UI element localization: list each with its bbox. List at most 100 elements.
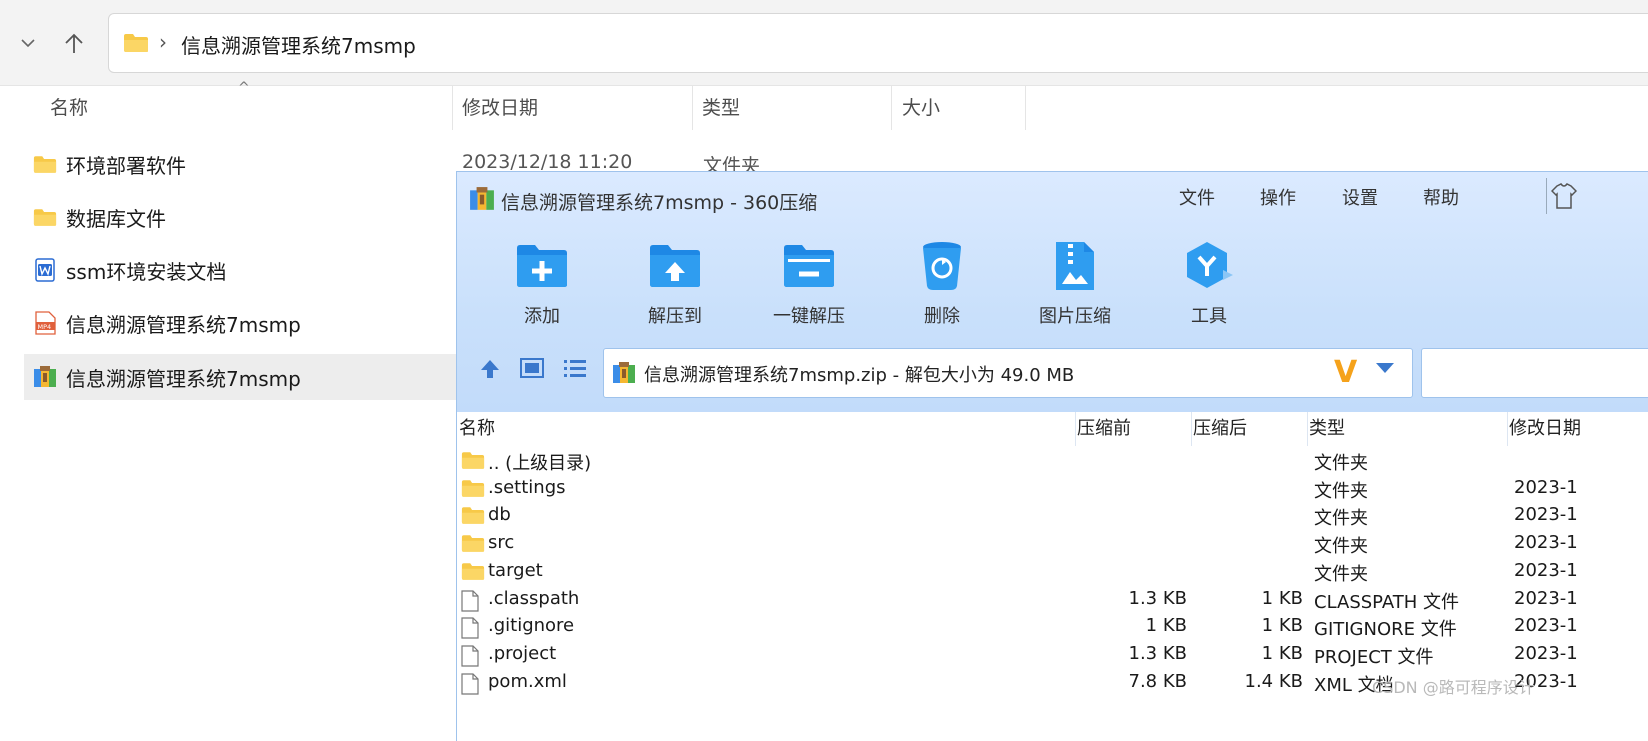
file-icon bbox=[461, 617, 479, 644]
cell-name: db bbox=[488, 504, 511, 526]
zip-archive-icon bbox=[32, 366, 58, 388]
add-label: 添加 bbox=[524, 306, 560, 327]
cell-size-after: 1 KB bbox=[1261, 642, 1303, 664]
cell-size-before: 1 KB bbox=[1145, 615, 1187, 637]
file-row[interactable]: 数据库文件 bbox=[24, 194, 456, 240]
table-row[interactable]: target 文件夹 2023-1 bbox=[457, 559, 1648, 586]
v-logo-icon[interactable]: V bbox=[1334, 355, 1357, 390]
table-row[interactable]: .. (上级目录) 文件夹 bbox=[457, 448, 1648, 475]
extract-to-icon bbox=[647, 238, 703, 294]
table-row[interactable]: db 文件夹 2023-1 bbox=[457, 503, 1648, 530]
column-header-date[interactable]: 修改日期 bbox=[1509, 414, 1581, 440]
column-header-type[interactable]: 类型 bbox=[702, 86, 740, 130]
cell-date: 2023-1 bbox=[1514, 615, 1578, 637]
watermark: CSDN @路可程序设计 bbox=[1372, 678, 1535, 697]
breadcrumb-separator: › bbox=[159, 30, 167, 54]
chevron-down-icon bbox=[21, 39, 35, 48]
table-row[interactable]: .gitignore 1 KB 1 KB GITIGNORE 文件 2023-1 bbox=[457, 614, 1648, 641]
column-header-type[interactable]: 类型 bbox=[1309, 414, 1345, 440]
column-divider[interactable] bbox=[1507, 412, 1508, 446]
cell-name: .settings bbox=[488, 476, 566, 498]
cell-size-before: 1.3 KB bbox=[1128, 642, 1188, 664]
menu-operation[interactable]: 操作 bbox=[1260, 184, 1296, 210]
history-dropdown-button[interactable] bbox=[14, 26, 42, 60]
address-bar[interactable]: › 信息溯源管理系统7msmp bbox=[108, 13, 1648, 73]
list-view-button[interactable] bbox=[563, 358, 587, 384]
up-button[interactable] bbox=[60, 26, 88, 60]
thumbnail-view-button[interactable] bbox=[520, 358, 544, 384]
one-click-extract-button[interactable]: 一键解压 bbox=[754, 238, 864, 328]
table-row[interactable]: src 文件夹 2023-1 bbox=[457, 531, 1648, 558]
arrow-up-icon bbox=[481, 360, 499, 378]
folder-icon bbox=[32, 206, 58, 228]
list-view-icon bbox=[564, 360, 586, 377]
folder-icon bbox=[461, 479, 485, 503]
cell-date: 2023-1 bbox=[1514, 476, 1578, 498]
column-header-name[interactable]: 名称 bbox=[459, 414, 495, 440]
menu-file[interactable]: 文件 bbox=[1179, 184, 1215, 210]
cell-size-after: 1 KB bbox=[1261, 615, 1303, 637]
cell-size-before: 1.3 KB bbox=[1128, 587, 1188, 609]
cell-type: PROJECT 文件 bbox=[1314, 646, 1434, 668]
cell-name: .. (上级目录) bbox=[488, 453, 592, 474]
menu-settings[interactable]: 设置 bbox=[1342, 184, 1378, 210]
folder-icon bbox=[32, 153, 58, 175]
table-row[interactable]: .classpath 1.3 KB 1 KB CLASSPATH 文件 2023-1 bbox=[457, 587, 1648, 614]
thumbnail-view-icon bbox=[520, 358, 544, 378]
table-row[interactable]: .project 1.3 KB 1 KB PROJECT 文件 2023-1 bbox=[457, 642, 1648, 669]
word-doc-icon bbox=[32, 258, 58, 282]
zip-archive-icon bbox=[612, 361, 636, 389]
column-divider[interactable] bbox=[1307, 412, 1308, 446]
add-folder-icon bbox=[514, 238, 570, 294]
cell-date: 2023-1 bbox=[1514, 504, 1578, 526]
add-button[interactable]: 添加 bbox=[487, 238, 597, 328]
file-row[interactable]: ssm环境安装文档 bbox=[24, 247, 456, 293]
column-divider[interactable] bbox=[452, 86, 453, 130]
menu-help[interactable]: 帮助 bbox=[1423, 184, 1459, 210]
zip-archive-icon bbox=[469, 186, 495, 216]
column-divider[interactable] bbox=[891, 86, 892, 130]
column-divider[interactable] bbox=[1025, 86, 1026, 130]
folder-icon bbox=[461, 506, 485, 530]
delete-label: 删除 bbox=[924, 306, 960, 327]
one-click-extract-icon bbox=[781, 238, 837, 294]
cell-size-after: 1.4 KB bbox=[1244, 670, 1304, 692]
file-row-selected[interactable]: 信息溯源管理系统7msmp bbox=[24, 354, 456, 400]
folder-icon bbox=[461, 562, 485, 586]
column-divider[interactable] bbox=[1191, 412, 1192, 446]
file-icon bbox=[461, 672, 479, 700]
search-input[interactable] bbox=[1421, 348, 1648, 398]
cell-date: 2023-1 bbox=[1514, 642, 1578, 664]
table-row[interactable]: .settings 文件夹 2023-1 bbox=[457, 476, 1648, 503]
file-row[interactable]: MP4 信息溯源管理系统7msmp bbox=[24, 300, 456, 346]
skin-icon[interactable] bbox=[1550, 182, 1578, 214]
file-modified-date: 2023/12/18 11:20 bbox=[462, 151, 633, 173]
tools-label: 工具 bbox=[1191, 306, 1227, 327]
cell-name: .classpath bbox=[488, 587, 580, 609]
cell-type: 文件夹 bbox=[1314, 508, 1368, 530]
svg-text:MP4: MP4 bbox=[38, 323, 52, 331]
cell-type: 文件夹 bbox=[1314, 563, 1368, 585]
cell-type: CLASSPATH 文件 bbox=[1314, 591, 1460, 613]
column-divider[interactable] bbox=[692, 86, 693, 130]
cell-date: 2023-1 bbox=[1514, 532, 1578, 554]
arrow-up-icon bbox=[65, 33, 83, 53]
tools-button[interactable]: 工具 bbox=[1154, 238, 1264, 328]
column-divider[interactable] bbox=[1075, 412, 1076, 446]
up-level-button[interactable] bbox=[479, 358, 501, 386]
path-dropdown-icon[interactable] bbox=[1376, 363, 1394, 373]
file-row[interactable]: 环境部署软件 bbox=[24, 141, 456, 187]
column-header-name[interactable]: 名称 bbox=[50, 86, 88, 130]
column-header-after[interactable]: 压缩后 bbox=[1193, 414, 1247, 440]
column-header-date[interactable]: 修改日期 bbox=[462, 86, 538, 130]
breadcrumb-current[interactable]: 信息溯源管理系统7msmp bbox=[181, 30, 416, 59]
column-header-size[interactable]: 大小 bbox=[902, 86, 940, 130]
file-name: 信息溯源管理系统7msmp bbox=[66, 366, 301, 391]
folder-icon bbox=[461, 451, 485, 475]
menu-divider bbox=[1546, 178, 1547, 214]
column-header-before[interactable]: 压缩前 bbox=[1077, 414, 1131, 440]
image-compress-button[interactable]: 图片压缩 bbox=[1020, 238, 1130, 328]
delete-button[interactable]: 删除 bbox=[887, 238, 997, 328]
archive-path-bar[interactable]: 信息溯源管理系统7msmp.zip - 解包大小为 49.0 MB V bbox=[603, 348, 1413, 398]
extract-to-button[interactable]: 解压到 bbox=[620, 238, 730, 328]
